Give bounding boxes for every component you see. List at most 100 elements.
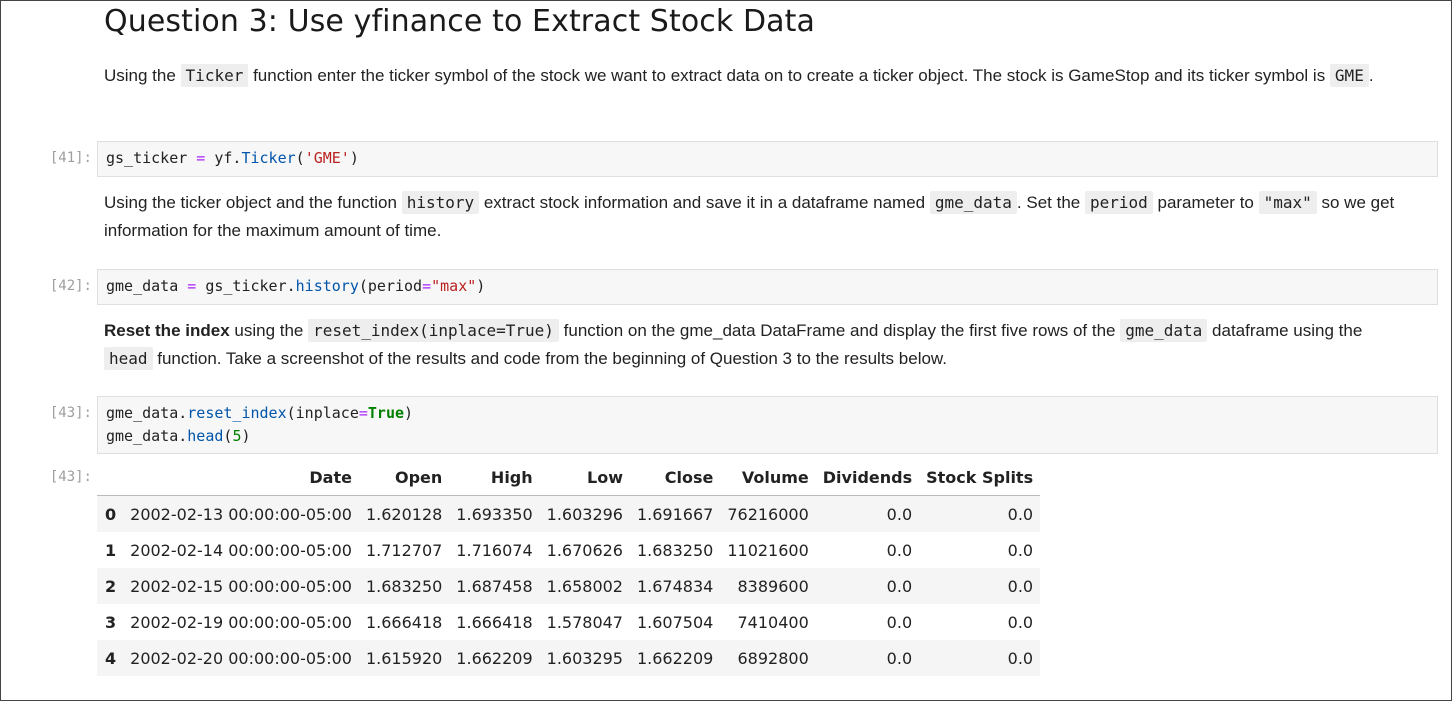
cell-prompt: [43]: xyxy=(49,405,92,421)
output-prompt: [43]: xyxy=(49,469,92,485)
code-cell-41[interactable]: gs_ticker = yf.Ticker('GME') xyxy=(97,141,1438,177)
table-cell: 1.658002 xyxy=(546,576,623,596)
column-header: Close xyxy=(629,460,721,496)
code-token: True xyxy=(367,404,405,422)
code-token: = xyxy=(187,149,215,167)
dataframe-output-table: Date Open High Low Close Volume Dividend… xyxy=(97,460,1041,676)
column-header: Stock Splits xyxy=(919,460,1041,496)
table-cell: 1.674834 xyxy=(636,576,714,596)
code-token: history xyxy=(295,277,359,295)
column-header: Volume xyxy=(720,460,816,496)
table-row: 3 2002-02-19 00:00:00-05:00 1.666418 1.6… xyxy=(97,604,1040,640)
code-token: = xyxy=(422,277,432,295)
table-cell: 0.0 xyxy=(886,504,913,524)
code-token: = xyxy=(358,404,368,422)
md-text: Using the xyxy=(104,66,181,85)
table-cell: 1.603295 xyxy=(546,648,623,668)
md-text: extract stock information and save it in… xyxy=(479,193,930,212)
row-index: 1 xyxy=(105,540,117,560)
table-cell: 1.683250 xyxy=(365,576,443,596)
md-text: function enter the ticker symbol of the … xyxy=(248,66,1330,85)
code-token: head xyxy=(187,427,224,445)
md-text: . xyxy=(1368,66,1374,85)
table-row: 2 2002-02-15 00:00:00-05:00 1.683250 1.6… xyxy=(97,568,1041,604)
code-token: yf. xyxy=(214,149,242,167)
table-cell: 1.578047 xyxy=(546,612,623,632)
md-text: . Set the xyxy=(1016,193,1085,212)
table-cell: 2002-02-14 00:00:00-05:00 xyxy=(130,540,352,560)
cell-prompt: [42]: xyxy=(49,278,92,294)
md-text: dataframe using the xyxy=(1207,321,1363,340)
table-cell: 2002-02-20 00:00:00-05:00 xyxy=(130,648,352,668)
table-cell: 8389600 xyxy=(737,576,809,596)
table-cell: 1.693350 xyxy=(456,504,533,524)
code-cell-43[interactable]: gme_data.reset_index(inplace=True) gme_d… xyxy=(97,396,1438,454)
inline-code: gme_data xyxy=(1120,319,1208,342)
table-cell: 2002-02-15 00:00:00-05:00 xyxy=(130,576,352,596)
column-header: Date xyxy=(123,460,359,496)
table-cell: 76216000 xyxy=(727,504,809,524)
inline-code: period xyxy=(1084,191,1153,214)
column-header: High xyxy=(449,460,540,496)
cell-prompt: [41]: xyxy=(49,150,92,166)
table-cell: 0.0 xyxy=(1007,540,1034,560)
column-header: Low xyxy=(539,460,630,496)
code-token: Ticker xyxy=(241,149,296,167)
md-text: function on the gme_data DataFrame and d… xyxy=(558,321,1121,340)
code-token: ) xyxy=(476,277,486,295)
code-cell-42[interactable]: gme_data = gs_ticker.history(period="max… xyxy=(97,269,1438,305)
table-cell: 0.0 xyxy=(1007,576,1034,596)
table-cell: 0.0 xyxy=(886,612,913,632)
row-index: 3 xyxy=(105,612,117,632)
column-header: Dividends xyxy=(815,460,920,496)
code-token: gme_data. xyxy=(106,404,188,422)
table-cell: 1.620128 xyxy=(365,504,443,524)
row-index: 4 xyxy=(105,648,117,668)
md-bold-text: Reset the index xyxy=(104,321,230,340)
markdown-cell-history[interactable]: Using the ticker object and the function… xyxy=(104,189,1404,245)
code-token: gs_ticker. xyxy=(205,277,296,295)
table-cell: 2002-02-19 00:00:00-05:00 xyxy=(130,612,352,632)
table-cell: 1.712707 xyxy=(365,540,443,560)
table-cell: 1.603296 xyxy=(546,504,623,524)
markdown-cell-reset-index[interactable]: Reset the index using the reset_index(in… xyxy=(104,317,1404,373)
md-text: parameter to xyxy=(1152,193,1259,212)
table-cell: 1.670626 xyxy=(546,540,623,560)
table-cell: 1.666418 xyxy=(365,612,443,632)
table-header-row: Date Open High Low Close Volume Dividend… xyxy=(97,460,1041,496)
code-token: (inplace xyxy=(286,404,359,422)
code-token: ) xyxy=(241,427,251,445)
table-cell: 1.687458 xyxy=(456,576,533,596)
code-token: gme_data. xyxy=(106,427,188,445)
table-cell: 1.691667 xyxy=(636,504,714,524)
inline-code: gme_data xyxy=(929,191,1017,214)
code-token: ( xyxy=(295,149,305,167)
code-token: gs_ticker xyxy=(106,149,188,167)
code-token: reset_index xyxy=(187,404,287,422)
md-text: function. Take a screenshot of the resul… xyxy=(152,349,947,368)
inline-code: reset_index(inplace=True) xyxy=(308,319,559,342)
md-text: Using the ticker object and the function xyxy=(104,193,402,212)
inline-code: "max" xyxy=(1258,191,1317,214)
table-row: 4 2002-02-20 00:00:00-05:00 1.615920 1.6… xyxy=(97,640,1041,676)
code-token: gme_data xyxy=(106,277,179,295)
table-cell: 1.662209 xyxy=(636,648,714,668)
code-token: "max" xyxy=(431,277,477,295)
table-cell: 1.607504 xyxy=(636,612,714,632)
table-cell: 0.0 xyxy=(1007,612,1034,632)
table-cell: 0.0 xyxy=(1007,504,1034,524)
table-cell: 1.716074 xyxy=(456,540,533,560)
table-cell: 1.683250 xyxy=(636,540,714,560)
markdown-cell-question-3[interactable]: Using the Ticker function enter the tick… xyxy=(104,62,1404,90)
inline-code: head xyxy=(104,347,153,370)
column-header: Open xyxy=(358,460,450,496)
table-cell: 6892800 xyxy=(737,648,809,668)
table-cell: 0.0 xyxy=(886,576,913,596)
code-token: (period xyxy=(358,277,423,295)
inline-code: history xyxy=(401,191,480,214)
table-cell: 7410400 xyxy=(737,612,809,632)
table-cell: 0.0 xyxy=(886,648,913,668)
row-index: 0 xyxy=(105,504,117,524)
code-token: ) xyxy=(349,149,359,167)
inline-code: Ticker xyxy=(180,64,249,87)
